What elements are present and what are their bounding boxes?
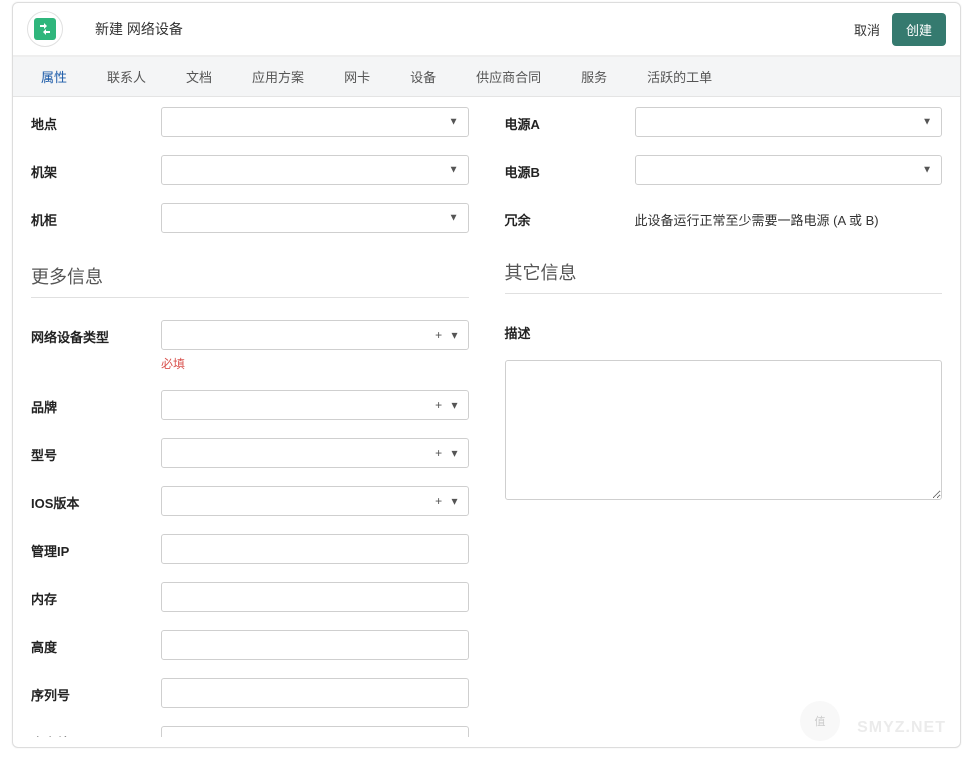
required-text: 必填 <box>161 355 469 372</box>
right-column: 电源A ▼ 电源B ▼ 冗余 此设备运行正常至少需要一路电源 (A 或 B) 其… <box>487 107 961 717</box>
network-type-select[interactable] <box>161 320 469 350</box>
section-other-info-title: 其它信息 <box>505 259 943 285</box>
tab-vendor-contract[interactable]: 供应商合同 <box>456 57 561 96</box>
tab-properties[interactable]: 属性 <box>21 57 87 96</box>
description-textarea[interactable] <box>505 360 943 500</box>
label-model: 型号 <box>31 438 161 464</box>
label-network-type: 网络设备类型 <box>31 320 161 346</box>
section-more-info-title: 更多信息 <box>31 263 469 289</box>
label-power-a: 电源A <box>505 107 635 133</box>
row-network-type: 网络设备类型 + ▾ 必填 <box>31 320 469 372</box>
label-redundancy: 冗余 <box>505 203 635 229</box>
row-asset: 资产编号 <box>31 726 469 737</box>
network-device-icon <box>34 18 56 40</box>
content-area: 地点 ▼ 机架 ▼ 机柜 ▼ 更多信息 <box>13 97 960 737</box>
ios-select[interactable] <box>161 486 469 516</box>
label-serial: 序列号 <box>31 678 161 704</box>
row-enclosure: 机柜 ▼ <box>31 203 469 233</box>
row-power-a: 电源A ▼ <box>505 107 943 137</box>
tab-solutions[interactable]: 应用方案 <box>232 57 324 96</box>
row-memory: 内存 <box>31 582 469 612</box>
tab-contacts[interactable]: 联系人 <box>87 57 166 96</box>
row-location: 地点 ▼ <box>31 107 469 137</box>
row-redundancy: 冗余 此设备运行正常至少需要一路电源 (A 或 B) <box>505 203 943 229</box>
memory-input[interactable] <box>161 582 469 612</box>
row-brand: 品牌 + ▾ <box>31 390 469 420</box>
divider <box>31 297 469 298</box>
row-ios: IOS版本 + ▾ <box>31 486 469 516</box>
rack-select[interactable] <box>161 155 469 185</box>
row-serial: 序列号 <box>31 678 469 708</box>
power-a-select[interactable] <box>635 107 943 137</box>
tab-services[interactable]: 服务 <box>561 57 627 96</box>
header-actions: 取消 创建 <box>854 13 946 46</box>
model-select[interactable] <box>161 438 469 468</box>
label-rack: 机架 <box>31 155 161 181</box>
row-description: 描述 <box>505 316 943 342</box>
label-ios: IOS版本 <box>31 486 161 512</box>
row-mgmt-ip: 管理IP <box>31 534 469 564</box>
row-rack: 机架 ▼ <box>31 155 469 185</box>
cancel-button[interactable]: 取消 <box>854 20 880 39</box>
tab-bar: 属性 联系人 文档 应用方案 网卡 设备 供应商合同 服务 活跃的工单 <box>13 56 960 97</box>
redundancy-text: 此设备运行正常至少需要一路电源 (A 或 B) <box>635 203 943 229</box>
row-model: 型号 + ▾ <box>31 438 469 468</box>
header-bar: 新建 网络设备 取消 创建 <box>13 3 960 56</box>
label-enclosure: 机柜 <box>31 203 161 229</box>
tab-documents[interactable]: 文档 <box>166 57 232 96</box>
location-select[interactable] <box>161 107 469 137</box>
create-button[interactable]: 创建 <box>892 13 946 46</box>
label-mgmt-ip: 管理IP <box>31 534 161 560</box>
serial-input[interactable] <box>161 678 469 708</box>
power-b-select[interactable] <box>635 155 943 185</box>
label-asset: 资产编号 <box>31 726 161 737</box>
label-power-b: 电源B <box>505 155 635 181</box>
label-description: 描述 <box>505 316 635 342</box>
label-memory: 内存 <box>31 582 161 608</box>
asset-input[interactable] <box>161 726 469 737</box>
row-power-b: 电源B ▼ <box>505 155 943 185</box>
brand-select[interactable] <box>161 390 469 420</box>
label-brand: 品牌 <box>31 390 161 416</box>
page-title: 新建 网络设备 <box>79 19 854 39</box>
tab-nic[interactable]: 网卡 <box>324 57 390 96</box>
left-column: 地点 ▼ 机架 ▼ 机柜 ▼ 更多信息 <box>13 107 487 717</box>
label-height: 高度 <box>31 630 161 656</box>
divider <box>505 293 943 294</box>
enclosure-select[interactable] <box>161 203 469 233</box>
tab-devices[interactable]: 设备 <box>390 57 456 96</box>
height-input[interactable] <box>161 630 469 660</box>
label-location: 地点 <box>31 107 161 133</box>
row-height: 高度 <box>31 630 469 660</box>
mgmt-ip-input[interactable] <box>161 534 469 564</box>
main-panel: 新建 网络设备 取消 创建 属性 联系人 文档 应用方案 网卡 设备 供应商合同… <box>12 2 961 748</box>
tab-active-tickets[interactable]: 活跃的工单 <box>627 57 732 96</box>
device-icon-circle <box>27 11 63 47</box>
